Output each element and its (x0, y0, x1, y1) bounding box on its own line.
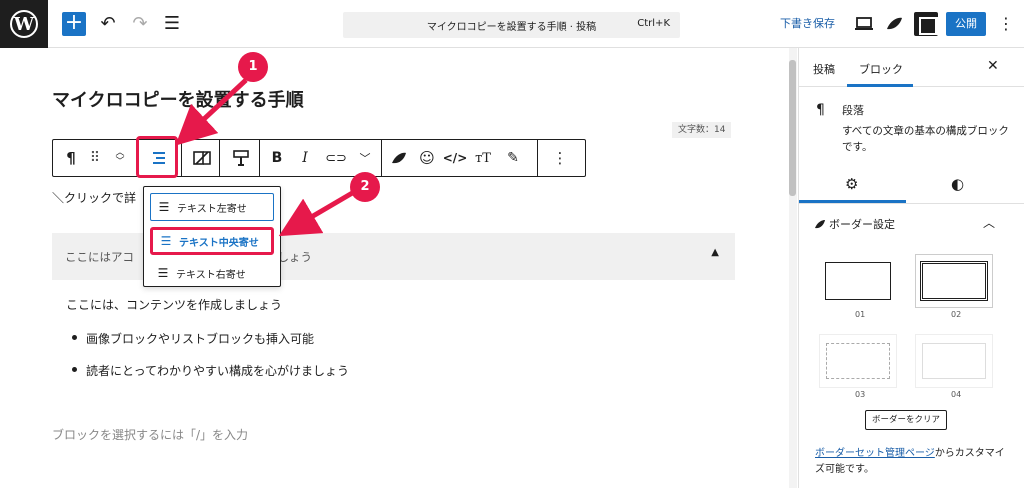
callout-badge: 2 (350, 172, 380, 202)
annotation-arrows (175, 78, 356, 237)
callout-badge: 1 (238, 52, 268, 82)
